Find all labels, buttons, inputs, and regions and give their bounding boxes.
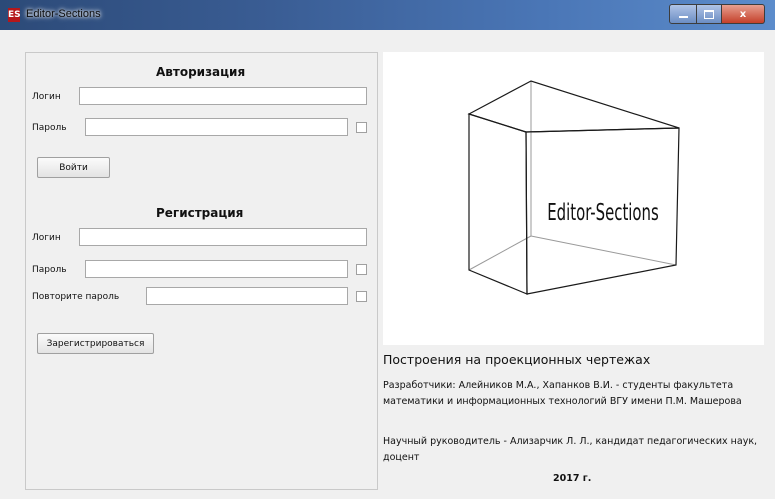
cube-logo: Editor-Sections (467, 80, 680, 295)
register-button[interactable]: Зарегистрироваться (37, 333, 154, 354)
title-bar[interactable]: ES Editor-Sections x (0, 0, 775, 30)
minimize-button[interactable] (669, 4, 697, 24)
supervisor-text: Научный руководитель - Ализарчик Л. Л., … (383, 436, 758, 463)
cube-front-edges (467, 80, 680, 295)
app-icon: ES (8, 8, 21, 22)
register-password-input[interactable] (85, 260, 348, 278)
maximize-icon (704, 9, 714, 19)
cube-left-face (468, 113, 528, 295)
repeat-password-input[interactable] (146, 287, 348, 305)
show-register-password-checkbox[interactable] (356, 264, 367, 275)
show-repeat-password-checkbox[interactable] (356, 291, 367, 302)
repeat-password-label: Повторите пароль (32, 292, 120, 302)
login-label: Логин (32, 92, 61, 102)
logo-area: Editor-Sections (383, 52, 764, 345)
register-login-label: Логин (32, 233, 61, 243)
info-title: Построения на проекционных чертежах (383, 352, 651, 367)
year-text: 2017 г. (553, 473, 592, 484)
register-heading: Регистрация (156, 206, 244, 220)
register-password-label: Пароль (32, 265, 67, 275)
app-window: ES Editor-Sections x Авторизация Логин П… (0, 0, 775, 499)
login-input[interactable] (79, 87, 367, 105)
maximize-button[interactable] (697, 4, 722, 24)
cube-hidden-edge-right (530, 235, 677, 266)
login-heading: Авторизация (156, 65, 246, 79)
login-button[interactable]: Войти (37, 157, 110, 178)
window-title: Editor-Sections (26, 8, 101, 20)
password-input[interactable] (85, 118, 348, 136)
password-label: Пароль (32, 123, 67, 133)
logo-text: Editor-Sections (547, 198, 658, 226)
developers-text: Разработчики: Алейников М.А., Хапанков В… (383, 380, 742, 407)
auth-panel: Авторизация Логин Пароль Войти Регистрац… (25, 52, 378, 490)
window-controls: x (669, 4, 765, 24)
show-password-checkbox[interactable] (356, 122, 367, 133)
close-button[interactable]: x (722, 4, 765, 24)
minimize-icon (678, 16, 688, 18)
close-icon: x (739, 8, 747, 20)
cube-back-edges (468, 81, 677, 271)
cube-hidden-edge-left (468, 235, 532, 271)
register-login-input[interactable] (79, 228, 367, 246)
